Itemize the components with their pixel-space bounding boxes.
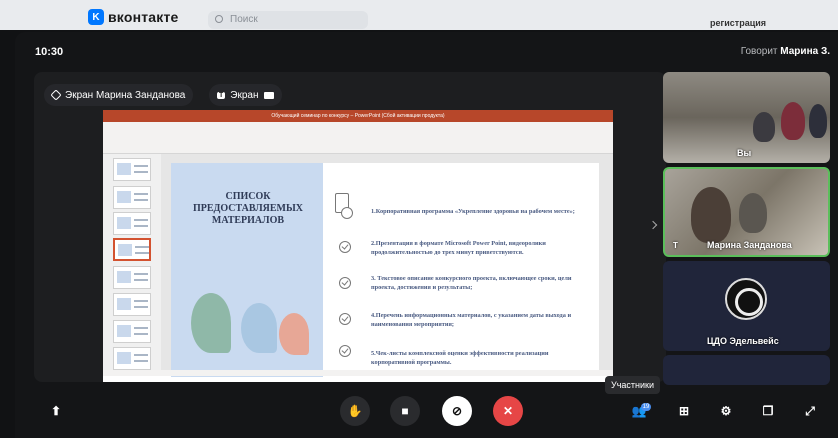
ppt-ribbon (103, 122, 613, 154)
participant-name: ЦДО Эдельвейс (707, 336, 779, 346)
participant-video (739, 193, 767, 233)
screen: K вконтакте Поиск регистрация 10:30 Гово… (0, 0, 838, 438)
illustration-person (279, 313, 309, 355)
close-icon: ✕ (502, 404, 514, 418)
vk-header: K вконтакте Поиск регистрация (0, 0, 838, 30)
check-circle-icon (339, 345, 351, 357)
slide-thumbnails (103, 154, 161, 376)
ppt-workspace: СПИСОК ПРЕДОСТАВЛЯЕМЫХ МАТЕРИАЛОВ 1.Корп… (103, 154, 613, 377)
obs-logo-icon (725, 278, 767, 320)
slide-thumbnail (113, 186, 151, 209)
screen-badge: T (217, 91, 226, 99)
slide-thumbnail (113, 293, 151, 316)
illustration-plant (191, 293, 231, 353)
participant-name: Марина Занданова (707, 240, 792, 250)
microphone-muted-icon: ⊘ (451, 404, 463, 418)
pin-icon (50, 89, 62, 101)
slide-thumbnail (113, 266, 151, 289)
speaking-indicator: Говорит Марина З. (741, 46, 830, 57)
check-circle-icon (339, 277, 351, 289)
participant-video (753, 112, 775, 142)
screen-pill[interactable]: T Экран (209, 84, 282, 106)
participant-tile-you[interactable]: Вы (663, 72, 830, 163)
slide-item-1: 1.Корпоративная программа «Укрепление зд… (371, 208, 575, 215)
participant-badge: T (673, 241, 678, 250)
hand-icon: ✋ (347, 404, 363, 418)
grid-icon: ⊞ (678, 404, 690, 418)
camera-off-icon: ■ (401, 404, 409, 418)
participant-name: Вы (737, 148, 752, 158)
slide-item-5: 5.Чек-листы комплексной оценки эффективн… (371, 350, 549, 366)
illustration-screen (241, 303, 277, 353)
search-icon (215, 15, 223, 23)
vk-search-input[interactable]: Поиск (208, 11, 368, 29)
participant-video (691, 187, 731, 243)
picture-in-picture-button[interactable]: ❐ (759, 402, 777, 420)
grid-view-button[interactable]: ⊞ (675, 402, 693, 420)
speaking-label: Говорит (740, 46, 778, 57)
check-circle-icon (339, 241, 351, 253)
participant-tile-edelweiss[interactable]: ЦДО Эдельвейс (663, 261, 830, 351)
check-circle-icon (339, 313, 351, 325)
pinned-screen-label: Экран Марина Занданова (65, 89, 186, 101)
call-window: 10:30 Говорит Марина З. Обучающий семина… (15, 32, 838, 438)
call-timer: 10:30 (35, 46, 64, 58)
ppt-status-bar (103, 370, 613, 376)
participant-tile[interactable] (663, 355, 830, 385)
screen-share-stage: Обучающий семинар по конкурсу – PowerPoi… (34, 72, 666, 382)
pinned-screen-pill[interactable]: Экран Марина Занданова (44, 84, 194, 106)
speaking-name: Марина З. (780, 46, 830, 57)
pip-icon: ❐ (762, 404, 774, 418)
microphone-button[interactable]: ⊘ (442, 396, 472, 426)
vk-logo[interactable]: K вконтакте (88, 9, 179, 25)
screen-label: Экран (230, 89, 259, 101)
slide-thumbnail-active (113, 238, 151, 261)
slide-title: СПИСОК ПРЕДОСТАВЛЯЕМЫХ МАТЕРИАЛОВ (192, 191, 304, 226)
search-placeholder: Поиск (230, 14, 258, 25)
camera-icon (263, 91, 274, 99)
share-screen-icon: ⬆ (50, 404, 62, 418)
participant-video (809, 104, 827, 138)
fullscreen-button[interactable]: ⤢ (801, 402, 819, 420)
powerpoint-window: Обучающий семинар по конкурсу – PowerPoi… (103, 110, 613, 382)
slide-thumbnail (113, 158, 151, 181)
expand-icon: ⤢ (805, 404, 815, 418)
end-call-button[interactable]: ✕ (493, 396, 523, 426)
slide-thumbnail (113, 347, 151, 370)
participants-tooltip: Участники (605, 376, 660, 394)
vk-logo-text: вконтакте (108, 9, 179, 25)
camera-button[interactable]: ■ (390, 396, 420, 426)
ppt-title-bar: Обучающий семинар по конкурсу – PowerPoi… (103, 110, 613, 122)
slide-item-2: 2.Презентация в формате Microsoft Power … (371, 240, 546, 256)
settings-button[interactable]: ⚙ (717, 402, 735, 420)
current-slide: СПИСОК ПРЕДОСТАВЛЯЕМЫХ МАТЕРИАЛОВ 1.Корп… (171, 163, 599, 377)
participants-count-badge: 19 (641, 403, 651, 411)
slide-left-panel: СПИСОК ПРЕДОСТАВЛЯЕМЫХ МАТЕРИАЛОВ (171, 163, 323, 377)
slide-item-4: 4.Перечень информационных материалов, с … (371, 312, 572, 328)
gear-icon: ⚙ (720, 404, 732, 418)
participant-video (781, 102, 805, 140)
participant-tile-speaker[interactable]: T Марина Занданова (663, 167, 830, 257)
slide-right-panel: 1.Корпоративная программа «Укрепление зд… (323, 163, 599, 377)
register-link[interactable]: регистрация (710, 18, 766, 28)
slide-item-3: 3. Текстовое описание конкурсного проект… (371, 275, 572, 291)
raise-hand-button[interactable]: ✋ (340, 396, 370, 426)
share-screen-button[interactable]: ⬆ (47, 402, 65, 420)
slide-thumbnail (113, 212, 151, 235)
check-circle-icon (341, 207, 353, 219)
slide-thumbnail (113, 320, 151, 343)
vk-logo-icon: K (88, 9, 104, 25)
